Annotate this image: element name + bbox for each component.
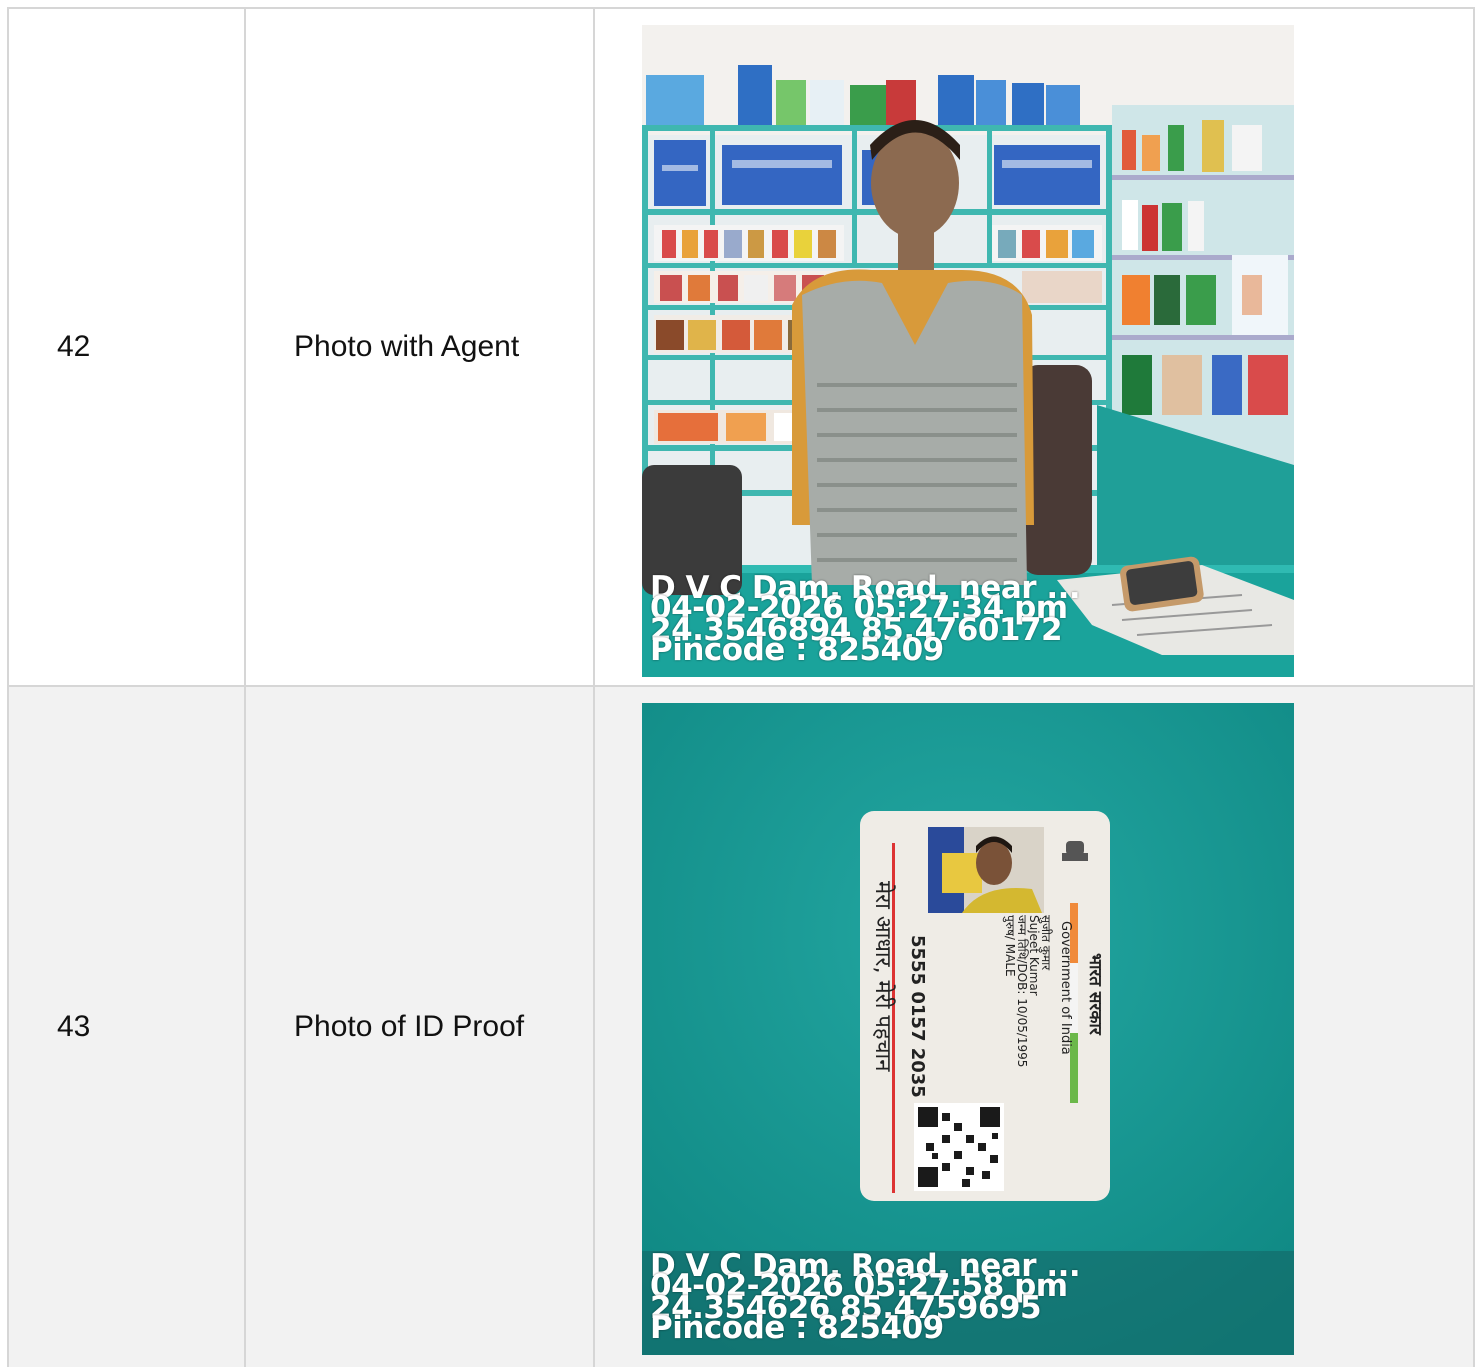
row-label-cell: Photo of ID Proof (246, 687, 595, 1367)
id-proof-photo: भारत सरकार Government of India सुजीत कुम… (642, 703, 1294, 1355)
row-label: Photo with Agent (294, 330, 520, 363)
table-row: 42 Photo with Agent D V C Dam, Road, nea… (9, 9, 1475, 687)
agent-photo: D V C Dam, Road, near ... 04-02-2026 05:… (642, 25, 1294, 677)
row-number: 43 (57, 1010, 91, 1043)
row-photo-cell: भारत सरकार Government of India सुजीत कुम… (595, 687, 1475, 1367)
row-label-cell: Photo with Agent (246, 9, 595, 685)
photo-geo-stamp: D V C Dam, Road, near ... 04-02-2026 05:… (642, 573, 1294, 677)
id-header-hindi: भारत सरकार (1085, 953, 1105, 1036)
stamp-pincode: Pincode : 825409 (650, 1310, 944, 1346)
id-gender: पुरुष/ MALE (1002, 915, 1017, 977)
stamp-pincode: Pincode : 825409 (650, 632, 944, 668)
row-label: Photo of ID Proof (294, 1010, 525, 1043)
table-row: 43 Photo of ID Proof भारत सरकार Governme… (9, 687, 1475, 1367)
id-tagline: मेरा आधार, मेरी पहचान (870, 881, 896, 1072)
row-number-cell: 43 (9, 687, 246, 1367)
row-number: 42 (57, 330, 91, 363)
id-number: 5555 0157 2035 (907, 935, 928, 1098)
photo-table: 42 Photo with Agent D V C Dam, Road, nea… (7, 7, 1475, 1367)
id-header-english: Government of India (1058, 921, 1073, 1055)
row-photo-cell: D V C Dam, Road, near ... 04-02-2026 05:… (595, 9, 1475, 685)
row-number-cell: 42 (9, 9, 246, 685)
photo-geo-stamp: D V C Dam, Road, near ... 04-02-2026 05:… (642, 1251, 1294, 1355)
